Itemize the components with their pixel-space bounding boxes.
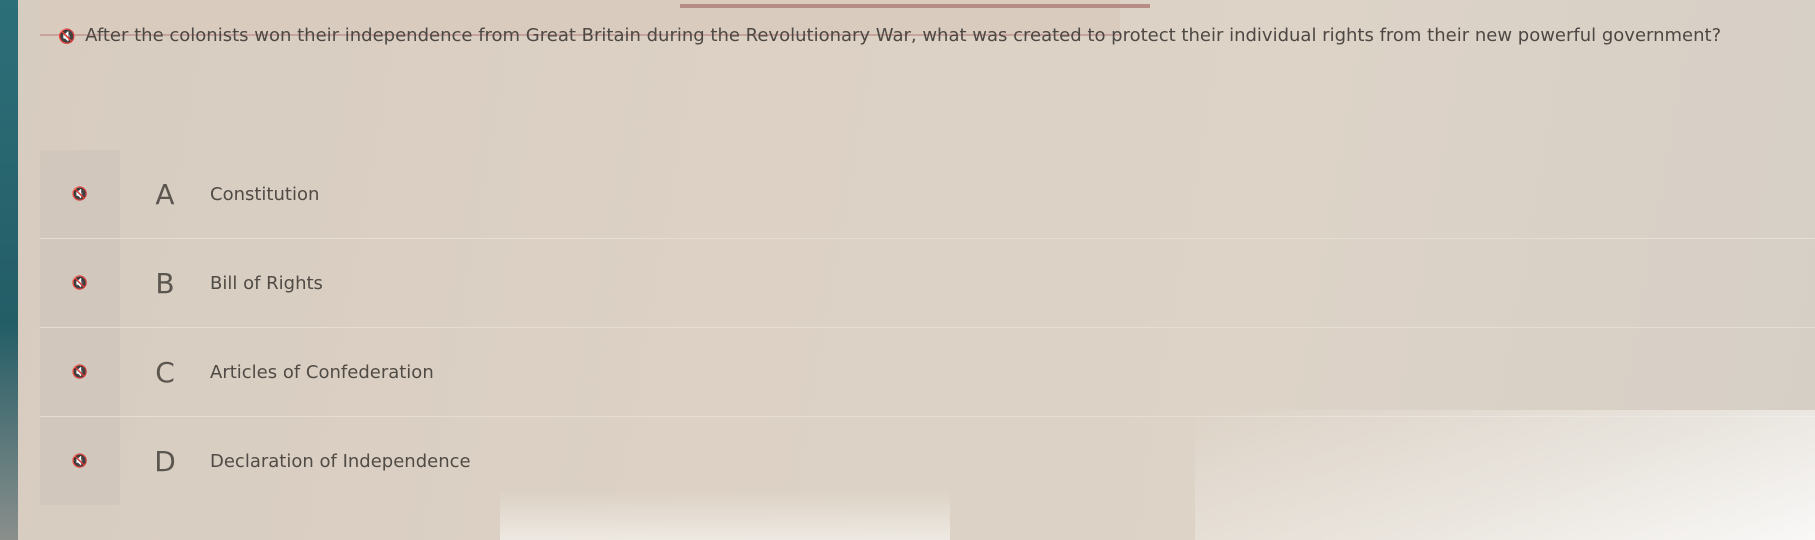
- speaker-icon[interactable]: 🔇: [40, 239, 120, 327]
- answer-option-a[interactable]: 🔇 A Constitution: [40, 150, 1815, 238]
- answer-label: Articles of Confederation: [210, 361, 434, 383]
- screen-glare-bottom: [500, 490, 950, 540]
- speaker-icon[interactable]: 🔇: [40, 328, 120, 416]
- answer-label: Bill of Rights: [210, 272, 323, 294]
- answer-option-b[interactable]: 🔇 B Bill of Rights: [40, 238, 1815, 327]
- speaker-icon[interactable]: 🔇: [40, 417, 120, 505]
- answer-letter: B: [155, 266, 175, 300]
- answer-option-c[interactable]: 🔇 C Articles of Confederation: [40, 327, 1815, 416]
- answer-letter: A: [155, 177, 175, 211]
- answer-label: Constitution: [210, 183, 320, 205]
- screen-glare: [1195, 410, 1815, 540]
- speaker-icon[interactable]: 🔇: [40, 150, 120, 238]
- speaker-icon[interactable]: 🔇: [58, 19, 75, 55]
- question-text: After the colonists won their independen…: [85, 25, 1722, 46]
- question-block: 🔇 After the colonists won their independ…: [58, 18, 1758, 55]
- answer-label: Declaration of Independence: [210, 450, 471, 472]
- left-edge-bar: [0, 0, 18, 540]
- progress-accent: [680, 4, 1150, 8]
- answer-letter: D: [154, 444, 176, 478]
- answer-letter: C: [155, 355, 175, 389]
